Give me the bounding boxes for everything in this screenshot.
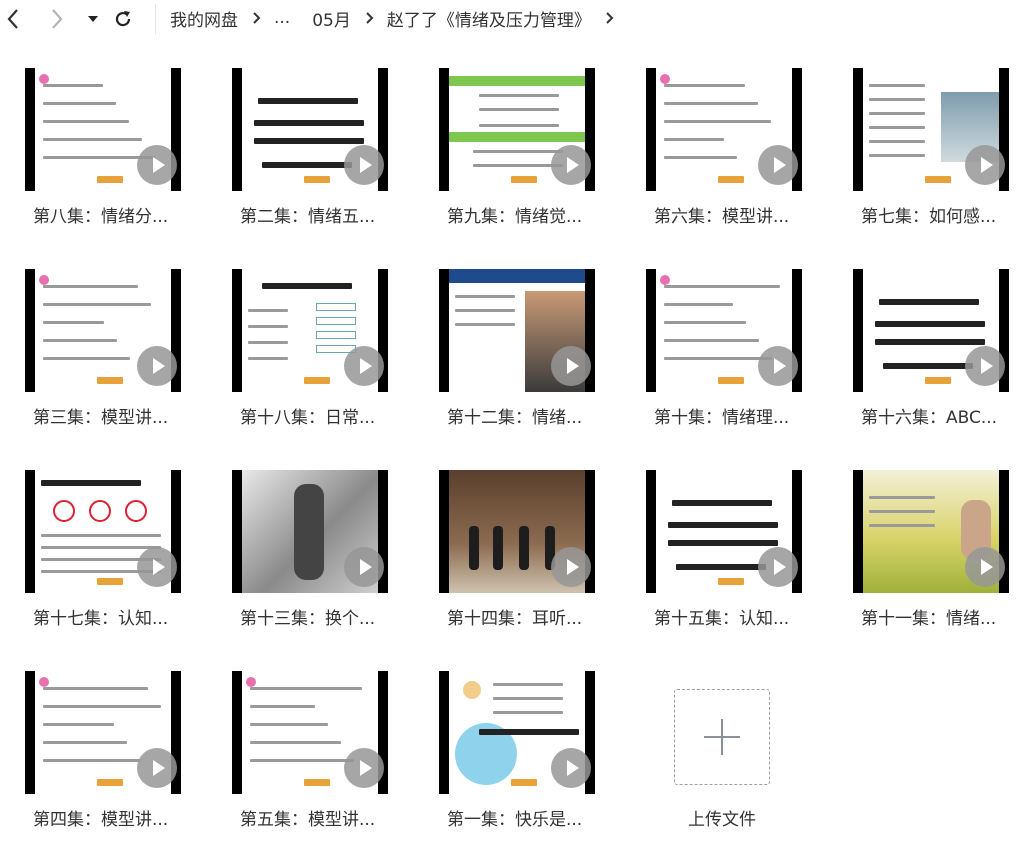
file-tile[interactable]: 第十二集：情绪... — [439, 269, 609, 439]
video-thumbnail[interactable] — [25, 470, 181, 593]
upload-label: 上传文件 — [688, 810, 756, 830]
breadcrumb-chevron-icon — [365, 11, 374, 25]
breadcrumb-current-folder[interactable]: 赵了了《情绪及压力管理》 — [387, 6, 591, 31]
play-icon[interactable] — [344, 547, 384, 587]
breadcrumb-month[interactable]: 05月 — [312, 6, 351, 31]
video-thumbnail[interactable] — [25, 671, 181, 794]
upload-file-tile[interactable]: 上传文件 — [646, 671, 816, 841]
file-name: 第六集：模型讲... — [654, 207, 790, 227]
file-tile[interactable]: 第十一集：情绪... — [853, 470, 1023, 640]
video-thumbnail[interactable] — [853, 470, 1009, 593]
play-icon[interactable] — [965, 145, 1005, 185]
play-icon[interactable] — [758, 346, 798, 386]
refresh-icon — [115, 11, 131, 27]
chevron-right-icon — [52, 9, 63, 29]
file-name: 第十六集：ABC... — [861, 408, 998, 428]
breadcrumb-root[interactable]: 我的网盘 — [170, 6, 238, 31]
video-thumbnail[interactable] — [646, 68, 802, 191]
file-tile[interactable]: 第八集：情绪分... — [25, 68, 195, 238]
file-name: 第七集：如何感... — [861, 207, 997, 227]
file-name: 第十四集：耳听... — [447, 609, 583, 629]
caret-down-icon — [88, 16, 98, 22]
chevron-left-icon — [7, 9, 18, 29]
video-thumbnail[interactable] — [232, 68, 388, 191]
toolbar: 我的网盘 ... 05月 赵了了《情绪及压力管理》 — [0, 0, 1029, 44]
plus-icon — [704, 719, 740, 755]
breadcrumb-chevron-icon — [252, 11, 261, 25]
play-icon[interactable] — [965, 547, 1005, 587]
file-name: 第九集：情绪觉... — [447, 207, 583, 227]
video-thumbnail[interactable] — [853, 269, 1009, 392]
file-tile[interactable]: 第四集：模型讲... — [25, 671, 195, 841]
video-thumbnail[interactable] — [439, 68, 595, 191]
file-name: 第十二集：情绪... — [447, 408, 583, 428]
video-thumbnail[interactable] — [25, 269, 181, 392]
file-tile[interactable]: 第一集：快乐是... — [439, 671, 609, 841]
file-name: 第八集：情绪分... — [33, 207, 169, 227]
video-thumbnail[interactable] — [232, 470, 388, 593]
play-icon[interactable] — [344, 748, 384, 788]
file-name: 第十五集：认知... — [654, 609, 790, 629]
video-thumbnail[interactable] — [232, 671, 388, 794]
breadcrumb-chevron-icon — [605, 11, 614, 25]
play-icon[interactable] — [344, 145, 384, 185]
file-name: 第十八集：日常... — [240, 408, 376, 428]
file-name: 第四集：模型讲... — [33, 810, 169, 830]
file-tile[interactable]: 第十八集：日常... — [232, 269, 402, 439]
play-icon[interactable] — [344, 346, 384, 386]
file-name: 第十一集：情绪... — [861, 609, 997, 629]
file-tile[interactable]: 第三集：模型讲... — [25, 269, 195, 439]
file-tile[interactable]: 第十六集：ABC... — [853, 269, 1023, 439]
file-tile[interactable]: 第十三集：换个... — [232, 470, 402, 640]
video-thumbnail[interactable] — [439, 470, 595, 593]
breadcrumb-collapsed[interactable]: ... — [274, 8, 290, 28]
file-tile[interactable]: 第十五集：认知... — [646, 470, 816, 640]
upload-dropzone[interactable] — [674, 689, 770, 785]
back-button[interactable] — [0, 6, 26, 32]
file-name: 第十集：情绪理... — [654, 408, 790, 428]
file-name: 第五集：模型讲... — [240, 810, 376, 830]
play-icon[interactable] — [137, 346, 177, 386]
file-tile[interactable]: 第二集：情绪五... — [232, 68, 402, 238]
play-icon[interactable] — [551, 145, 591, 185]
refresh-button[interactable] — [110, 6, 136, 32]
play-icon[interactable] — [758, 145, 798, 185]
video-thumbnail[interactable] — [439, 671, 595, 794]
file-name: 第十三集：换个... — [240, 609, 376, 629]
play-icon[interactable] — [137, 748, 177, 788]
play-icon[interactable] — [137, 547, 177, 587]
file-tile[interactable]: 第五集：模型讲... — [232, 671, 402, 841]
play-icon[interactable] — [551, 748, 591, 788]
play-icon[interactable] — [137, 145, 177, 185]
file-tile[interactable]: 第十七集：认知... — [25, 470, 195, 640]
video-thumbnail[interactable] — [232, 269, 388, 392]
play-icon[interactable] — [965, 346, 1005, 386]
file-tile[interactable]: 第十四集：耳听... — [439, 470, 609, 640]
video-thumbnail[interactable] — [646, 269, 802, 392]
play-icon[interactable] — [551, 346, 591, 386]
file-tile[interactable]: 第十集：情绪理... — [646, 269, 816, 439]
file-tile[interactable]: 第六集：模型讲... — [646, 68, 816, 238]
file-tile[interactable]: 第七集：如何感... — [853, 68, 1023, 238]
file-name: 第二集：情绪五... — [240, 207, 376, 227]
file-name: 第十七集：认知... — [33, 609, 169, 629]
video-thumbnail[interactable] — [439, 269, 595, 392]
toolbar-divider — [155, 4, 156, 34]
breadcrumb: 我的网盘 ... 05月 赵了了《情绪及压力管理》 — [170, 6, 627, 31]
file-name: 第三集：模型讲... — [33, 408, 169, 428]
file-name: 第一集：快乐是... — [447, 810, 583, 830]
forward-button[interactable] — [44, 6, 70, 32]
video-thumbnail[interactable] — [853, 68, 1009, 191]
file-tile[interactable]: 第九集：情绪觉... — [439, 68, 609, 238]
play-icon[interactable] — [551, 547, 591, 587]
video-thumbnail[interactable] — [25, 68, 181, 191]
play-icon[interactable] — [758, 547, 798, 587]
video-thumbnail[interactable] — [646, 470, 802, 593]
history-dropdown-button[interactable] — [80, 6, 106, 32]
